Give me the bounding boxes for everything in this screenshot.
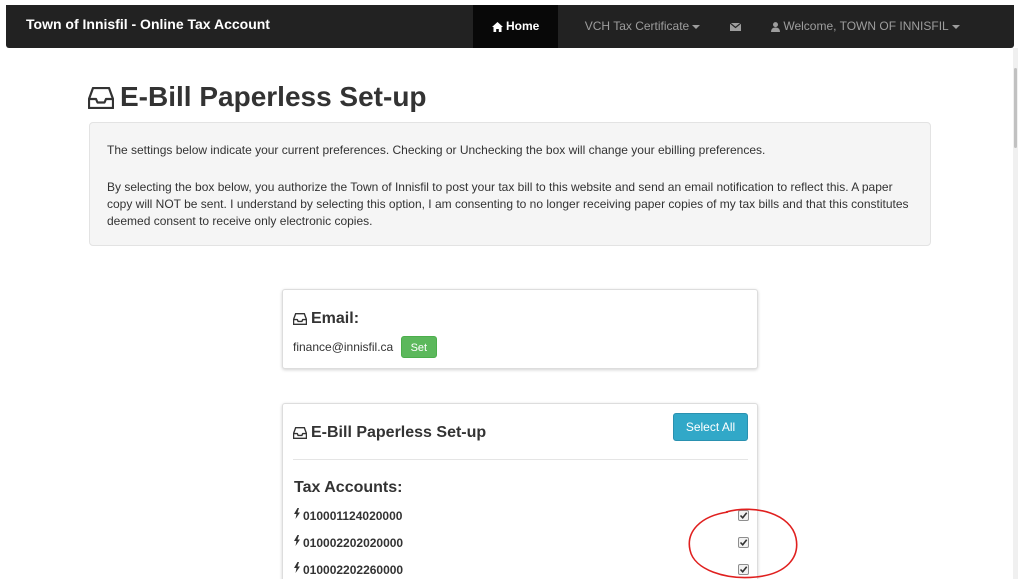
tax-account-number: 010002202260000 xyxy=(303,563,404,577)
checkmark-icon xyxy=(739,512,748,520)
tax-account-row: 010002202020000 xyxy=(293,535,755,551)
tax-account-number: 010001124020000 xyxy=(303,509,403,523)
email-value: finance@innisfil.ca xyxy=(293,340,394,354)
email-row: finance@innisfil.ca Set xyxy=(293,336,438,358)
page-title-text: E-Bill Paperless Set-up xyxy=(120,81,427,112)
caret-down-icon xyxy=(692,24,701,29)
set-email-button[interactable]: Set xyxy=(400,336,438,358)
nav-mail[interactable] xyxy=(721,5,749,48)
flash-icon xyxy=(294,562,300,573)
tax-account-checkbox[interactable] xyxy=(738,537,749,548)
inbox-icon xyxy=(87,86,115,110)
home-icon xyxy=(491,21,503,32)
tax-account-row: 010002202260000 xyxy=(293,562,755,578)
navbar-brand[interactable]: Town of Innisfil - Online Tax Account xyxy=(26,5,270,48)
page-scrollbar[interactable] xyxy=(1013,48,1018,579)
tax-account-number: 010002202020000 xyxy=(303,536,404,550)
ebill-heading-label: E-Bill Paperless Set-up xyxy=(311,424,487,441)
nav-home[interactable]: Home xyxy=(473,5,558,48)
email-heading: Email: xyxy=(292,310,360,328)
preferences-info-box: The settings below indicate your current… xyxy=(89,122,931,246)
tax-account-checkbox[interactable] xyxy=(738,564,749,575)
select-all-button[interactable]: Select All xyxy=(673,413,748,441)
user-icon xyxy=(771,21,780,32)
tax-account-row: 010001124020000 xyxy=(293,508,755,524)
inbox-icon xyxy=(292,312,308,326)
inbox-icon xyxy=(292,426,308,440)
nav-welcome-label: Welcome, TOWN OF INNISFIL xyxy=(783,19,949,33)
consent-text: By selecting the box below, you authoriz… xyxy=(107,180,909,228)
panel-divider xyxy=(293,459,748,460)
intro-text: The settings below indicate your current… xyxy=(107,143,766,157)
browser-window: Town of Innisfil - Online Tax Account Ho… xyxy=(0,0,1018,579)
nav-user-menu[interactable]: Welcome, TOWN OF INNISFIL xyxy=(771,5,1001,48)
checkmark-icon xyxy=(739,539,748,547)
checkmark-icon xyxy=(739,566,748,574)
ebill-panel: E-Bill Paperless Set-up Select All Tax A… xyxy=(282,403,758,579)
envelope-icon xyxy=(729,22,741,31)
tax-account-checkbox[interactable] xyxy=(738,510,749,521)
nav-vch-tax-certificate[interactable]: VCH Tax Certificate xyxy=(570,5,715,48)
caret-down-icon xyxy=(951,24,960,29)
ebill-heading: E-Bill Paperless Set-up xyxy=(292,424,487,442)
email-heading-label: Email: xyxy=(311,310,360,327)
nav-home-label: Home xyxy=(506,19,540,33)
tax-accounts-label: Tax Accounts: xyxy=(294,479,403,496)
flash-icon xyxy=(294,535,300,546)
flash-icon xyxy=(294,508,300,519)
nav-vch-label: VCH Tax Certificate xyxy=(584,19,690,33)
navbar: Town of Innisfil - Online Tax Account Ho… xyxy=(6,5,1014,48)
email-panel: Email: finance@innisfil.ca Set xyxy=(282,289,758,369)
page-title: E-Bill Paperless Set-up xyxy=(87,80,427,114)
scrollbar-thumb[interactable] xyxy=(1014,68,1017,148)
